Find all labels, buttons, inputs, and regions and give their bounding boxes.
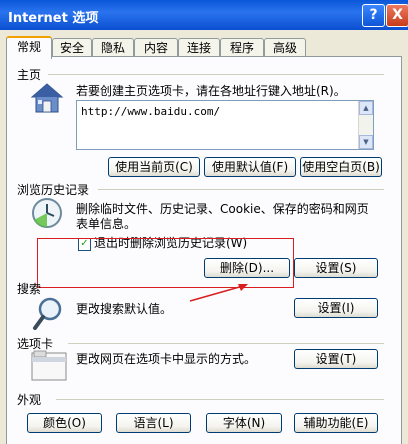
history-description-line1: 删除临时文件、历史记录、Cookie、保存的密码和网页 <box>76 202 369 216</box>
languages-button[interactable]: 语言(L) <box>116 413 191 433</box>
highlight-box <box>37 238 294 288</box>
homepage-section-title: 主页 <box>17 68 42 82</box>
search-description: 更改搜索默认值。 <box>76 302 173 316</box>
homepage-url-value: http://www.baidu.com/ <box>81 105 221 118</box>
help-button[interactable]: ? <box>362 4 385 27</box>
section-divider <box>48 74 384 75</box>
tab-privacy[interactable]: 隐私 <box>92 38 134 57</box>
history-settings-button[interactable]: 设置(S) <box>294 258 378 278</box>
title-bar[interactable]: Internet 选项 ? X <box>0 0 408 30</box>
red-arrow-icon <box>188 280 250 307</box>
section-divider <box>98 189 384 190</box>
appearance-section-title: 外观 <box>17 393 42 407</box>
section-divider <box>56 399 384 400</box>
magnifier-icon <box>32 296 66 335</box>
colors-button[interactable]: 颜色(O) <box>27 413 102 433</box>
search-section-title: 搜索 <box>17 282 42 296</box>
tab-security[interactable]: 安全 <box>52 38 92 57</box>
history-description-line2: 表单信息。 <box>76 217 137 231</box>
tab-programs[interactable]: 程序 <box>220 38 264 57</box>
tab-connections[interactable]: 连接 <box>178 38 220 57</box>
close-button[interactable]: X <box>386 4 408 27</box>
use-current-button[interactable]: 使用当前页(C) <box>108 157 200 177</box>
clock-icon <box>30 196 64 233</box>
house-icon <box>30 82 64 117</box>
tabs-settings-button[interactable]: 设置(T) <box>294 349 378 369</box>
window-title: Internet 选项 <box>8 11 99 26</box>
tab-advanced[interactable]: 高级 <box>264 38 306 57</box>
tab-window-icon <box>31 350 67 385</box>
scroll-up-icon[interactable]: ▲ <box>359 101 373 115</box>
tab-general[interactable]: 常规 <box>6 36 52 59</box>
accessibility-button[interactable]: 辅助功能(E) <box>294 413 378 433</box>
tab-content[interactable]: 内容 <box>134 38 178 57</box>
use-blank-button[interactable]: 使用空白页(B) <box>300 157 382 177</box>
tabs-description: 更改网页在选项卡中显示的方式。 <box>76 352 257 366</box>
homepage-description: 若要创建主页选项卡，请在各地址行键入地址(R)。 <box>76 84 346 98</box>
use-default-button[interactable]: 使用默认值(F) <box>204 157 296 177</box>
internet-options-dialog: Internet 选项 ? X 常规 安全 隐私 内容 连接 程序 高级 主页 … <box>0 0 408 444</box>
scroll-down-icon[interactable]: ▼ <box>359 135 373 149</box>
search-settings-button[interactable]: 设置(I) <box>294 298 378 318</box>
fonts-button[interactable]: 字体(N) <box>206 413 282 433</box>
section-divider <box>68 343 384 344</box>
scrollbar[interactable]: ▲ ▼ <box>358 101 373 149</box>
homepage-url-input[interactable]: http://www.baidu.com/ ▲ ▼ <box>76 100 374 150</box>
